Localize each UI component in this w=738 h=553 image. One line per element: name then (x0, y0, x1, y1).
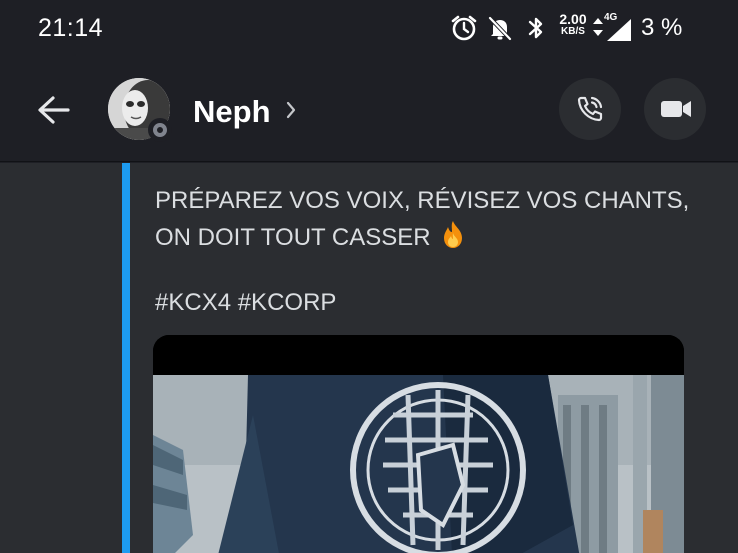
video-call-button[interactable] (644, 78, 706, 140)
offline-status-indicator (148, 118, 172, 142)
dm-header: Neph (0, 56, 738, 162)
video-frame-image (153, 335, 684, 553)
bluetooth-icon (528, 17, 543, 39)
video-camera-icon (661, 101, 691, 117)
network-speed-value: 2.00 (559, 11, 587, 27)
mute-notifications-icon (488, 16, 512, 41)
embed-line-with-emoji: ON DOIT TOUT CASSER (155, 219, 715, 256)
embed-video-thumbnail[interactable] (153, 335, 684, 553)
status-time: 21:14 (38, 14, 104, 42)
alarm-icon (451, 15, 477, 41)
signal-icon (607, 19, 631, 41)
embed-accent-bar (122, 163, 130, 553)
message-area: PRÉPAREZ VOS VOIX, RÉVISEZ VOS CHANTS, O… (0, 163, 738, 553)
username[interactable]: Neph (193, 94, 271, 130)
fire-emoji (444, 221, 463, 248)
data-arrows-icon (593, 18, 603, 36)
battery-percentage: 3 % (641, 14, 683, 41)
chevron-right-icon[interactable] (285, 100, 297, 120)
embed-hashtags: #KCX4 #KCORP (155, 289, 337, 316)
embed-line: ON DOIT TOUT CASSER (155, 224, 431, 251)
network-speed: 2.00 KB/S (556, 12, 590, 37)
status-bar: 21:14 2.00 KB/S 4G 3 % (0, 0, 738, 56)
network-speed-unit: KB/S (561, 26, 585, 37)
avatar[interactable] (108, 78, 172, 142)
embed-description: PRÉPAREZ VOS VOIX, RÉVISEZ VOS CHANTS, O… (155, 183, 715, 256)
voice-call-button[interactable] (559, 78, 621, 140)
arrow-left-icon (38, 96, 70, 124)
back-button[interactable] (26, 84, 82, 136)
phone-call-icon (577, 96, 603, 122)
embed-line: PRÉPAREZ VOS VOIX, RÉVISEZ VOS CHANTS, (155, 187, 690, 214)
